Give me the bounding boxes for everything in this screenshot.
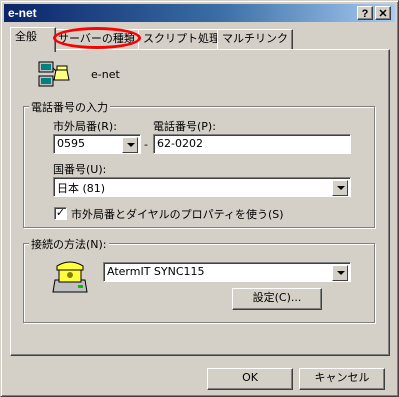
cancel-button[interactable]: キャンセル: [299, 368, 385, 390]
country-code-dropdown-arrow[interactable]: [332, 180, 348, 196]
tab-multilink[interactable]: マルチリンク: [217, 29, 293, 50]
area-code-label: 市外局番(R):: [53, 120, 117, 133]
country-code-label: 国番号(U):: [53, 163, 107, 176]
use-country-dialing-label[interactable]: 市外局番とダイヤルのプロパティを使う(S): [71, 206, 284, 222]
device-dropdown-arrow[interactable]: [332, 265, 348, 281]
help-button[interactable]: ?: [357, 6, 373, 20]
window-title: e-net: [8, 6, 37, 20]
phone-number-input[interactable]: 62-0202: [153, 134, 351, 154]
dash-separator: -: [144, 138, 148, 151]
connection-name: e-net: [91, 68, 120, 81]
device-combo[interactable]: AtermIT SYNC115: [103, 262, 351, 282]
modem-telephone-icon: [52, 261, 88, 293]
ok-button[interactable]: OK: [207, 368, 293, 390]
close-button[interactable]: ✕: [375, 6, 391, 20]
tab-general-label: 全般: [15, 30, 37, 43]
phone-number-value: 62-0202: [157, 137, 203, 150]
area-code-value: 0595: [57, 137, 85, 150]
phone-group-title: 電話番号の入力: [29, 99, 110, 115]
tab-script[interactable]: スクリプト処理: [138, 29, 222, 50]
area-code-combo[interactable]: 0595: [53, 134, 141, 154]
tab-multilink-label: マルチリンク: [222, 32, 288, 45]
dialog-window: e-net ? ✕ 全般 サーバーの種類 スクリプト処理 マルチリンク e-ne…: [0, 0, 399, 397]
area-code-dropdown-arrow[interactable]: [122, 137, 138, 153]
device-value: AtermIT SYNC115: [107, 265, 205, 278]
settings-button[interactable]: 設定(C)...: [232, 288, 322, 310]
country-code-value: 日本 (81): [57, 182, 106, 195]
phone-number-label: 電話番号(P):: [153, 120, 216, 133]
tab-script-label: スクリプト処理: [143, 32, 220, 45]
tab-panel-general: e-net 電話番号の入力 市外局番(R): 0595 - 電話番号(P): 6…: [10, 49, 390, 356]
highlight-oval: [53, 27, 141, 49]
title-bar[interactable]: e-net ? ✕: [4, 4, 395, 22]
dialup-connection-icon: [38, 61, 70, 87]
connect-group-title: 接続の方法(N):: [29, 236, 109, 252]
use-country-dialing-checkbox[interactable]: ✓: [54, 207, 67, 220]
country-code-combo[interactable]: 日本 (81): [53, 177, 351, 197]
tab-general[interactable]: 全般: [10, 27, 56, 52]
